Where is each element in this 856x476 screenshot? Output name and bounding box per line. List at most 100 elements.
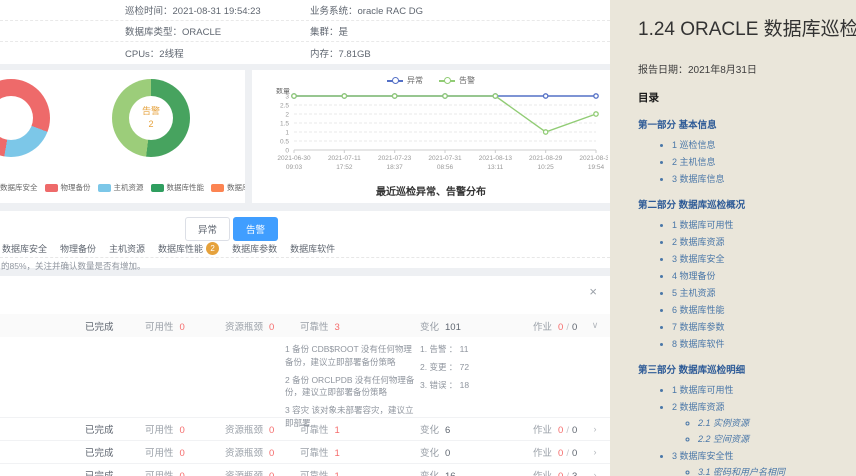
toc-link-1 巡检信息[interactable]: 1 巡检信息 xyxy=(672,138,856,151)
row-details: 1 备份 CDB$ROOT 没有任何物理备份，建议立即部署备份策略2 备份 OR… xyxy=(0,337,610,417)
trend-chart-title: 最近巡检异常、告警分布 xyxy=(252,183,610,198)
legend-item-数据库性能[interactable]: 数据库性能 xyxy=(151,182,205,193)
job-total-value: 0 xyxy=(572,448,577,459)
toc-link-2 主机信息[interactable]: 2 主机信息 xyxy=(672,155,856,168)
row-status: 已完成 xyxy=(0,468,145,476)
toc-link-5 主机资源[interactable]: 5 主机资源 xyxy=(672,286,856,299)
category-tab-物理备份[interactable]: 物理备份 xyxy=(60,242,96,255)
info-field: 业务系统：oracle RAC DG xyxy=(310,3,610,17)
toc-sublink-2.1 实例资源[interactable]: 2.1 实例资源 xyxy=(698,416,856,429)
chevron-right-icon[interactable]: › xyxy=(580,470,610,476)
toc-sublist: 3.1 密码和用户名相同3.2 新增用户3.3 DBA权限3.4 ANY权限 xyxy=(672,465,856,476)
detail-item: 2. 变更 ： 72 xyxy=(420,361,570,374)
toc-list: 1 数据库可用性 2 数据库资源 3 数据库安全 4 物理备份 5 主机资源 6 数据库性… xyxy=(638,218,856,350)
toc-link-8 数据库软件[interactable]: 8 数据库软件 xyxy=(672,337,856,350)
category-tab-数据库性能[interactable]: 数据库性能2 xyxy=(158,242,219,255)
job-done-value: 0 xyxy=(558,471,563,476)
abnormal-button[interactable]: 异常 xyxy=(185,217,230,241)
result-row[interactable]: 已完成可用性0资源瓶颈0可靠性1变化16作业0/3› xyxy=(0,463,610,476)
abnormal-line-icon xyxy=(387,80,403,82)
row-status: 已完成 xyxy=(0,445,145,459)
info-row: CPUs：2线程内存：7.81GB xyxy=(0,42,610,63)
close-icon[interactable]: × xyxy=(589,285,597,298)
row-job-metric: 作业0/0 xyxy=(533,422,580,436)
row-metric: 可用性0 xyxy=(145,422,225,436)
metric-label: 作业 xyxy=(533,425,552,436)
legend-item-主机资源[interactable]: 主机资源 xyxy=(98,182,144,193)
toc-section-title[interactable]: 第二部分 数据库巡检概况 xyxy=(638,197,856,211)
trend-chart-panel: 异常 告警 00.511.522.53数量2021-06-3009:032021… xyxy=(252,70,610,203)
legend-item-物理备份[interactable]: 物理备份 xyxy=(45,182,91,193)
toc-link-3 数据库安全性[interactable]: 3 数据库安全性3.1 密码和用户名相同3.2 新增用户3.3 DBA权限3.4… xyxy=(672,449,856,476)
report-title: 1.24 ORACLE 数据库巡检报告 xyxy=(638,14,856,41)
legend-label-abnormal: 异常 xyxy=(407,75,423,86)
legend-item-abnormal[interactable]: 异常 xyxy=(387,75,423,86)
metric-value: 0 xyxy=(180,471,185,476)
info-field: 内存：7.81GB xyxy=(310,46,610,60)
row-job-metric: 作业0/0 xyxy=(533,319,580,333)
legend-item-alarm[interactable]: 告警 xyxy=(439,75,475,86)
metric-label: 资源瓶颈 xyxy=(225,322,263,333)
toc-link-7 数据库参数[interactable]: 7 数据库参数 xyxy=(672,320,856,333)
legend-item-数据库安全[interactable]: 数据库安全 xyxy=(0,182,38,193)
svg-text:1: 1 xyxy=(285,130,289,137)
metric-label: 资源瓶颈 xyxy=(225,471,263,476)
row-metric: 可靠性3 xyxy=(300,319,420,333)
result-row[interactable]: 已完成可用性0资源瓶颈0可靠性3变化101作业0/0∨ xyxy=(0,314,610,337)
filter-panel: 异常 告警 数据库安全物理备份主机资源数据库性能2数据库参数数据库软件 的85%… xyxy=(0,211,610,268)
chevron-right-icon[interactable]: › xyxy=(580,424,610,434)
toc-section-title[interactable]: 第一部分 基本信息 xyxy=(638,117,856,131)
legend-swatch xyxy=(98,184,111,192)
toc-link-2 数据库资源[interactable]: 2 数据库资源2.1 实例资源2.2 空间资源 xyxy=(672,400,856,445)
legend-swatch xyxy=(151,184,164,192)
detail-item: 1 备份 CDB$ROOT 没有任何物理备份，建议立即部署备份策略 xyxy=(285,343,418,369)
info-row: 数据库类型：ORACLE集群：是 xyxy=(0,21,610,42)
row-metric: 可用性0 xyxy=(145,445,225,459)
result-row[interactable]: 已完成可用性0资源瓶颈0可靠性1变化0作业0/0› xyxy=(0,440,610,463)
row-metric: 可用性0 xyxy=(145,319,225,333)
row-status: 已完成 xyxy=(0,319,145,333)
toc-link-4 物理备份[interactable]: 4 物理备份 xyxy=(672,269,856,282)
toc-link-2 数据库资源[interactable]: 2 数据库资源 xyxy=(672,235,856,248)
info-field: CPUs：2线程 xyxy=(0,46,310,60)
job-done-value: 0 xyxy=(558,425,563,436)
toc-sublink-2.2 空间资源[interactable]: 2.2 空间资源 xyxy=(698,432,856,445)
metric-value: 0 xyxy=(269,425,274,436)
toc-link-1 数据库可用性[interactable]: 1 数据库可用性 xyxy=(672,383,856,396)
job-done-value: 0 xyxy=(558,448,563,459)
toc-link-1 数据库可用性[interactable]: 1 数据库可用性 xyxy=(672,218,856,231)
metric-value: 101 xyxy=(445,322,461,333)
metric-value: 0 xyxy=(269,471,274,476)
svg-text:2.5: 2.5 xyxy=(280,103,289,110)
svg-text:0.5: 0.5 xyxy=(280,139,289,146)
toc-link-3 数据库信息[interactable]: 3 数据库信息 xyxy=(672,172,856,185)
chevron-down-icon[interactable]: ∨ xyxy=(580,320,610,331)
row-metric: 变化16 xyxy=(420,468,533,476)
chevron-right-icon[interactable]: › xyxy=(580,447,610,457)
legend-label: 物理备份 xyxy=(61,182,91,193)
metric-value: 1 xyxy=(335,471,340,476)
category-tab-数据库参数[interactable]: 数据库参数 xyxy=(232,242,277,255)
alarm-donut-chart[interactable]: 告警 2 xyxy=(112,79,190,157)
toc-section-title[interactable]: 第三部分 数据库巡检明细 xyxy=(638,362,856,376)
job-total-value: 0 xyxy=(572,322,577,333)
inspection-info-panel: 巡检时间：2021-08-31 19:54:23业务系统：oracle RAC … xyxy=(0,0,610,64)
alarm-button[interactable]: 告警 xyxy=(233,217,278,241)
category-tab-label: 数据库软件 xyxy=(290,242,335,255)
legend-label-alarm: 告警 xyxy=(459,75,475,86)
table-of-contents: 第一部分 基本信息 1 巡检信息 2 主机信息 3 数据库信息第二部分 数据库巡检概况… xyxy=(638,117,856,476)
metric-value: 0 xyxy=(445,448,450,459)
legend-item-数据库参数[interactable]: 数据库参数 xyxy=(211,182,245,193)
category-tab-数据库软件[interactable]: 数据库软件 xyxy=(290,242,335,255)
row-job-metric: 作业0/3 xyxy=(533,468,580,476)
toc-sublink-3.1 密码和用户名相同[interactable]: 3.1 密码和用户名相同 xyxy=(698,465,856,476)
category-tab-数据库安全[interactable]: 数据库安全 xyxy=(2,242,47,255)
metric-label: 变化 xyxy=(420,425,439,436)
row-job-metric: 作业0/0 xyxy=(533,445,580,459)
toc-link-6 数据库性能[interactable]: 6 数据库性能 xyxy=(672,303,856,316)
toc-link-3 数据库安全[interactable]: 3 数据库安全 xyxy=(672,252,856,265)
abnormal-donut-chart[interactable] xyxy=(0,79,50,157)
row-metric: 变化0 xyxy=(420,445,533,459)
category-tab-主机资源[interactable]: 主机资源 xyxy=(109,242,145,255)
divider xyxy=(0,257,610,258)
